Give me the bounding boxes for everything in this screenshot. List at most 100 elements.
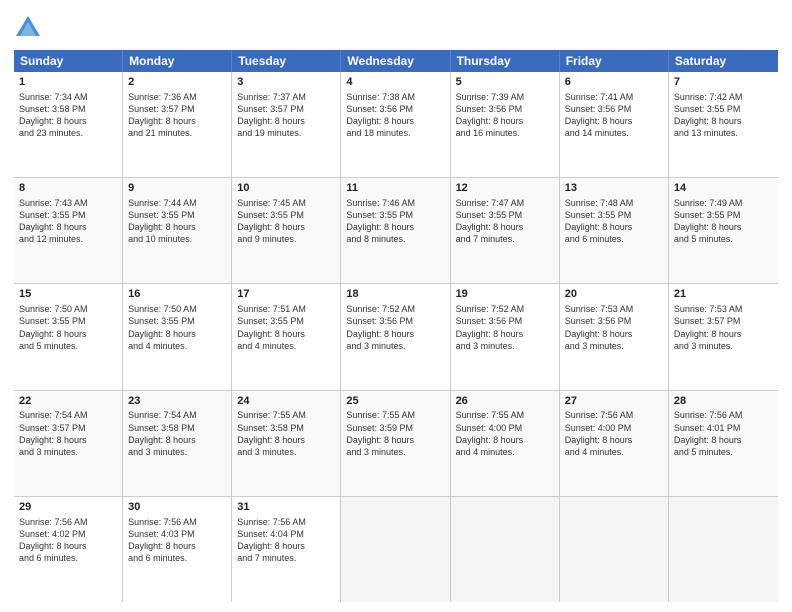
day-info: Sunset: 3:55 PM (237, 315, 335, 327)
day-number: 24 (237, 394, 335, 409)
day-info: Sunrise: 7:53 AM (565, 303, 663, 315)
calendar-cell (669, 497, 778, 602)
day-info: Daylight: 8 hours (19, 540, 117, 552)
weekday-header: Friday (560, 50, 669, 72)
day-info: and 6 minutes. (565, 233, 663, 245)
day-info: Sunrise: 7:38 AM (346, 91, 444, 103)
calendar-cell: 28Sunrise: 7:56 AMSunset: 4:01 PMDayligh… (669, 391, 778, 496)
day-info: Sunset: 3:55 PM (674, 209, 773, 221)
weekday-header: Saturday (669, 50, 778, 72)
day-info: Daylight: 8 hours (565, 221, 663, 233)
day-info: Sunset: 3:57 PM (19, 422, 117, 434)
day-number: 28 (674, 394, 773, 409)
calendar-row: 1Sunrise: 7:34 AMSunset: 3:58 PMDaylight… (14, 72, 778, 178)
logo-icon (14, 14, 42, 42)
day-info: Daylight: 8 hours (237, 434, 335, 446)
day-info: Sunrise: 7:34 AM (19, 91, 117, 103)
day-info: Sunset: 3:57 PM (128, 103, 226, 115)
day-info: Sunset: 4:00 PM (456, 422, 554, 434)
calendar-header: SundayMondayTuesdayWednesdayThursdayFrid… (14, 50, 778, 72)
day-info: Daylight: 8 hours (128, 540, 226, 552)
day-info: Sunset: 4:04 PM (237, 528, 335, 540)
calendar-cell (451, 497, 560, 602)
calendar-cell: 6Sunrise: 7:41 AMSunset: 3:56 PMDaylight… (560, 72, 669, 177)
calendar-body: 1Sunrise: 7:34 AMSunset: 3:58 PMDaylight… (14, 72, 778, 602)
day-number: 3 (237, 75, 335, 90)
day-info: Daylight: 8 hours (346, 221, 444, 233)
day-number: 19 (456, 287, 554, 302)
day-number: 12 (456, 181, 554, 196)
day-info: and 21 minutes. (128, 127, 226, 139)
calendar-cell: 14Sunrise: 7:49 AMSunset: 3:55 PMDayligh… (669, 178, 778, 283)
day-info: Sunset: 3:58 PM (19, 103, 117, 115)
day-info: Sunset: 3:56 PM (346, 315, 444, 327)
day-info: Daylight: 8 hours (565, 115, 663, 127)
calendar-cell: 30Sunrise: 7:56 AMSunset: 4:03 PMDayligh… (123, 497, 232, 602)
day-info: Sunrise: 7:51 AM (237, 303, 335, 315)
day-info: Daylight: 8 hours (128, 115, 226, 127)
day-info: Sunrise: 7:36 AM (128, 91, 226, 103)
day-info: and 18 minutes. (346, 127, 444, 139)
day-info: Daylight: 8 hours (346, 115, 444, 127)
day-info: Sunset: 3:56 PM (565, 315, 663, 327)
calendar-cell: 4Sunrise: 7:38 AMSunset: 3:56 PMDaylight… (341, 72, 450, 177)
day-info: and 8 minutes. (346, 233, 444, 245)
calendar-cell: 2Sunrise: 7:36 AMSunset: 3:57 PMDaylight… (123, 72, 232, 177)
day-info: and 5 minutes. (674, 233, 773, 245)
day-info: Sunrise: 7:56 AM (128, 516, 226, 528)
day-info: Sunset: 3:55 PM (456, 209, 554, 221)
day-info: and 5 minutes. (19, 340, 117, 352)
day-info: Sunrise: 7:48 AM (565, 197, 663, 209)
day-info: Sunset: 3:57 PM (237, 103, 335, 115)
calendar-cell (341, 497, 450, 602)
day-info: Sunset: 3:56 PM (456, 315, 554, 327)
day-info: and 3 minutes. (346, 340, 444, 352)
day-info: Daylight: 8 hours (237, 540, 335, 552)
day-number: 14 (674, 181, 773, 196)
day-info: Sunset: 3:55 PM (674, 103, 773, 115)
day-info: Daylight: 8 hours (565, 434, 663, 446)
day-number: 9 (128, 181, 226, 196)
day-info: Sunrise: 7:50 AM (19, 303, 117, 315)
day-info: Sunset: 3:55 PM (19, 209, 117, 221)
calendar-cell: 20Sunrise: 7:53 AMSunset: 3:56 PMDayligh… (560, 284, 669, 389)
day-info: and 4 minutes. (456, 446, 554, 458)
calendar-cell: 23Sunrise: 7:54 AMSunset: 3:58 PMDayligh… (123, 391, 232, 496)
day-info: Daylight: 8 hours (346, 434, 444, 446)
day-number: 26 (456, 394, 554, 409)
day-number: 5 (456, 75, 554, 90)
day-info: and 23 minutes. (19, 127, 117, 139)
day-info: and 14 minutes. (565, 127, 663, 139)
calendar-cell: 19Sunrise: 7:52 AMSunset: 3:56 PMDayligh… (451, 284, 560, 389)
calendar-cell: 5Sunrise: 7:39 AMSunset: 3:56 PMDaylight… (451, 72, 560, 177)
day-number: 11 (346, 181, 444, 196)
calendar-cell: 10Sunrise: 7:45 AMSunset: 3:55 PMDayligh… (232, 178, 341, 283)
calendar-cell (560, 497, 669, 602)
day-info: Sunset: 3:55 PM (565, 209, 663, 221)
calendar-cell: 12Sunrise: 7:47 AMSunset: 3:55 PMDayligh… (451, 178, 560, 283)
day-info: Sunrise: 7:45 AM (237, 197, 335, 209)
day-info: Sunset: 3:55 PM (237, 209, 335, 221)
calendar-cell: 15Sunrise: 7:50 AMSunset: 3:55 PMDayligh… (14, 284, 123, 389)
day-info: and 16 minutes. (456, 127, 554, 139)
weekday-header: Monday (123, 50, 232, 72)
calendar-cell: 29Sunrise: 7:56 AMSunset: 4:02 PMDayligh… (14, 497, 123, 602)
day-info: Sunset: 4:00 PM (565, 422, 663, 434)
day-info: Sunrise: 7:47 AM (456, 197, 554, 209)
day-number: 17 (237, 287, 335, 302)
day-info: Sunrise: 7:52 AM (456, 303, 554, 315)
day-info: and 13 minutes. (674, 127, 773, 139)
header (14, 10, 778, 42)
calendar-row: 8Sunrise: 7:43 AMSunset: 3:55 PMDaylight… (14, 178, 778, 284)
day-info: and 6 minutes. (128, 552, 226, 564)
day-number: 8 (19, 181, 117, 196)
day-info: Daylight: 8 hours (674, 328, 773, 340)
weekday-header: Thursday (451, 50, 560, 72)
day-info: Daylight: 8 hours (456, 434, 554, 446)
day-info: and 6 minutes. (19, 552, 117, 564)
day-info: and 3 minutes. (456, 340, 554, 352)
day-info: Sunrise: 7:41 AM (565, 91, 663, 103)
calendar-cell: 3Sunrise: 7:37 AMSunset: 3:57 PMDaylight… (232, 72, 341, 177)
day-info: Sunrise: 7:52 AM (346, 303, 444, 315)
calendar-row: 15Sunrise: 7:50 AMSunset: 3:55 PMDayligh… (14, 284, 778, 390)
